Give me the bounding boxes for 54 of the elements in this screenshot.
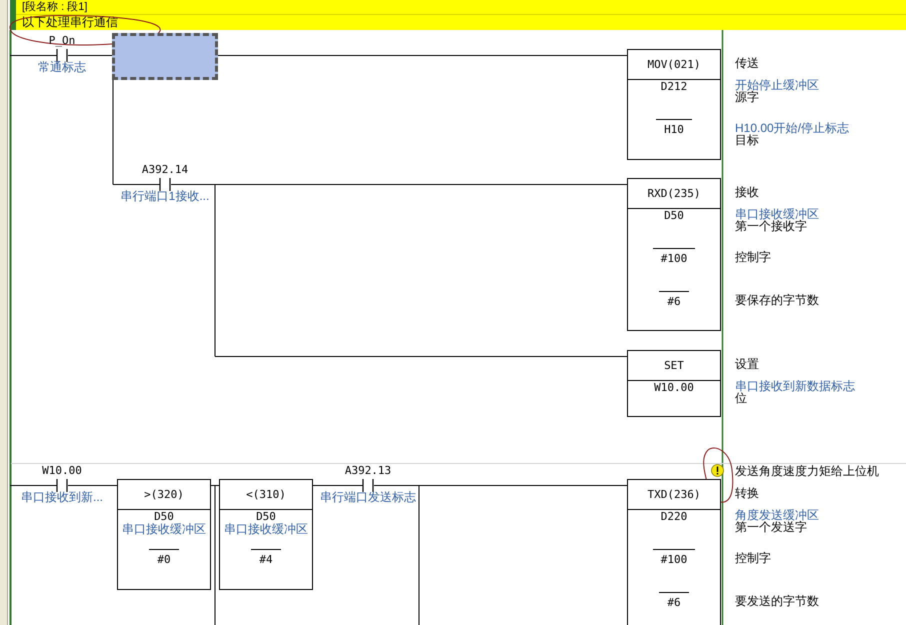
rung-header-marker [10,0,16,30]
operand-label: 第一个接收字 [735,220,807,232]
operand-value: D212 [660,80,688,93]
operand-comment: H10.00开始/停止标志 [735,122,850,134]
operand-value: W10.00 [654,381,694,394]
contact-comment: 常通标志 [38,61,86,74]
operand-label: 要发送的字节数 [735,595,819,607]
instruction-description: 传送 [735,57,759,70]
contact-operand: A392.13 [344,465,392,477]
instruction-description: 设置 [735,358,759,371]
operand-value: #0 [149,549,179,566]
operand-value: H10 [656,119,692,136]
instruction-mnemonic: <(310) [246,488,286,501]
operand-value: D50 [256,510,276,523]
instruction-mnemonic: MOV(021) [648,58,700,71]
operand-value: #6 [659,291,689,308]
instruction-mnemonic: SET [664,359,684,372]
instruction-mnemonic: RXD(235) [648,187,700,200]
operand-value: D220 [660,510,688,523]
operand-comment: 角度发送缓冲区 [735,509,819,521]
operand-comment: 开始停止缓冲区 [735,79,819,91]
instruction-mnemonic: >(320) [144,488,184,501]
operand-value: D50 [154,510,174,523]
operand-comment: 串口接收缓冲区 [224,523,308,536]
operand-comment: 串口接收缓冲区 [122,523,206,536]
instruction-description: 转换 [735,487,759,500]
instruction-description: 接收 [735,186,759,199]
operand-label: 控制字 [735,251,771,263]
contact-icon [56,49,68,62]
operand-value: #100 [652,549,696,566]
operand-label: 控制字 [735,552,771,564]
contact-icon [56,479,68,492]
contact-icon [159,178,171,191]
operand-value: #100 [652,248,696,265]
operand-value: D50 [664,209,684,222]
section-title: [段名称 : 段1] [22,1,88,13]
rung-comment: 发送角度速度力矩给上位机 [735,465,879,478]
instruction-mnemonic: TXD(236) [648,488,700,501]
contact-operand: W10.00 [42,465,82,477]
operand-value: #4 [251,549,281,566]
contact-icon [362,479,374,492]
operand-label: 位 [735,392,747,404]
operand-label: 源字 [735,91,759,103]
contact-comment: 串行端口发送标志 [320,491,416,504]
contact-comment: 串行端口1接收... [120,190,210,203]
contact-operand: A392.14 [142,164,188,176]
operand-value: #6 [659,592,689,609]
operand-label: 要保存的字节数 [735,294,819,306]
operand-label: 目标 [735,134,759,146]
operand-comment: 串口接收缓冲区 [735,208,819,220]
contact-comment: 串口接收到新... [21,491,103,504]
operand-label: 第一个发送字 [735,521,807,533]
contact-operand: P_On [48,35,76,47]
operand-comment: 串口接收到新数据标志 [735,380,855,392]
